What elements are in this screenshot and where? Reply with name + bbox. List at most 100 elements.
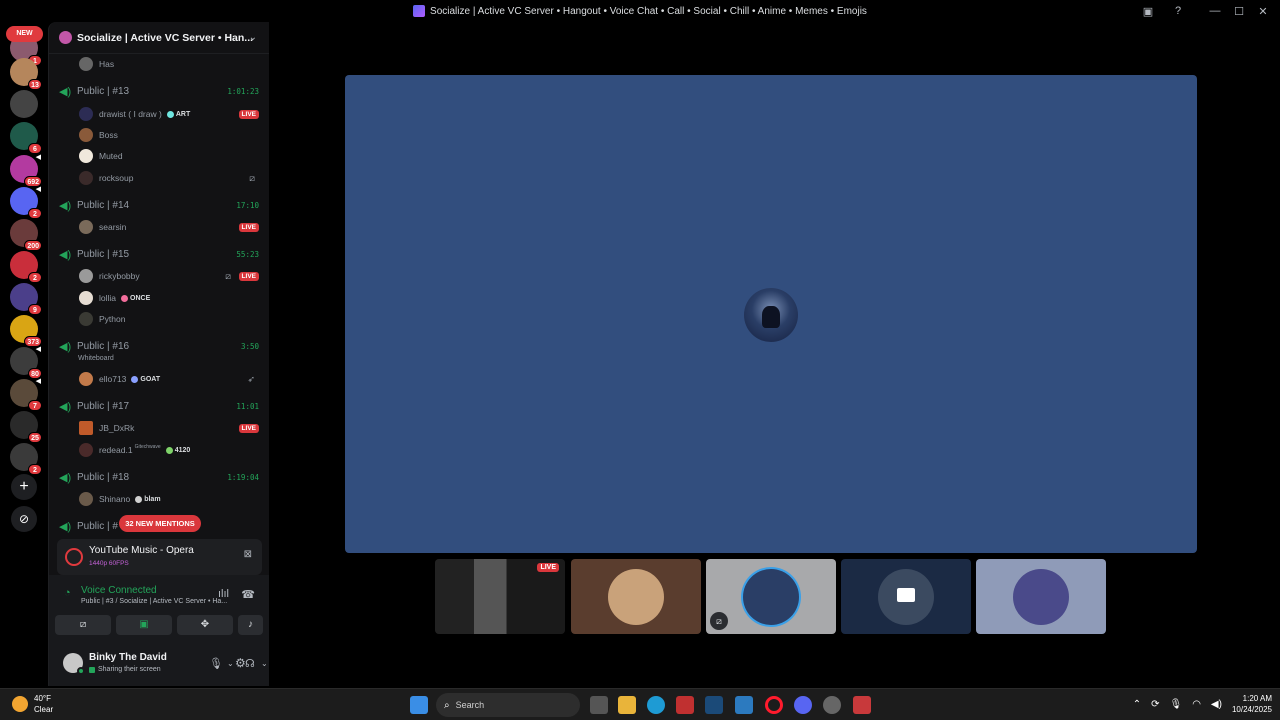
avatar [79, 220, 93, 234]
noise-suppression-icon[interactable]: ılıl [218, 588, 229, 600]
chevron-down-icon[interactable]: ⌄ [261, 659, 268, 668]
channel-status: Whiteboard [78, 355, 114, 362]
chevron-up-icon[interactable]: ⌃ [1133, 699, 1141, 710]
volume-icon[interactable]: ◀) [1211, 699, 1222, 710]
voice-user[interactable]: searsin LIVE [79, 218, 259, 236]
opera-icon[interactable] [765, 696, 783, 714]
disconnect-icon[interactable]: ☎ [241, 588, 255, 601]
add-server-button[interactable]: + [11, 474, 37, 500]
soundboard-button[interactable]: ♪ [238, 615, 263, 635]
wifi-icon[interactable]: ◠ [1192, 699, 1201, 710]
voice-channel[interactable]: ◀) Public | #18 1:19:04 [59, 468, 259, 486]
windows-start-icon[interactable] [410, 696, 428, 714]
participant-tile[interactable] [571, 559, 701, 634]
voice-user[interactable]: Shinano blam [79, 490, 259, 508]
voice-user[interactable]: lollia ONCE [79, 289, 259, 307]
new-mentions-pill[interactable]: 32 NEW MENTIONS [119, 515, 201, 532]
server-icon[interactable]: 2 [10, 251, 42, 283]
activity-panel[interactable]: YouTube Music - Opera 1440p 60FPS ⊠ [57, 539, 262, 575]
stream-tile[interactable]: LIVE [435, 559, 565, 634]
app-icon[interactable] [676, 696, 694, 714]
channel-name: Public | #16 [77, 340, 130, 352]
edge-icon[interactable] [647, 696, 665, 714]
avatar [79, 291, 93, 305]
screen-share-icon[interactable]: ▣ [1138, 0, 1158, 22]
help-icon[interactable]: ? [1168, 0, 1188, 22]
voice-channel[interactable]: ◀) Public | #14 17:10 [59, 196, 259, 214]
app-icon[interactable] [853, 696, 871, 714]
discord-icon[interactable] [794, 696, 812, 714]
avatar [79, 128, 93, 142]
participant-tile[interactable]: ⧄ [706, 559, 836, 634]
voice-user[interactable]: JB_DxRk LIVE [79, 419, 259, 437]
server-icon[interactable]: 25 [10, 411, 42, 443]
server-icon[interactable]: 13 [10, 58, 42, 90]
server-icon[interactable]: 6 [10, 122, 42, 154]
username[interactable]: Binky The David [89, 652, 167, 663]
server-icon[interactable]: 2 [10, 443, 42, 475]
voice-user[interactable]: Boss [79, 126, 259, 144]
server-icon[interactable]: 200 [10, 219, 42, 251]
speaker-avatar [744, 288, 798, 342]
app-icon[interactable] [823, 696, 841, 714]
discover-servers-button[interactable]: ⊘ [11, 506, 37, 532]
voice-channel[interactable]: ◀) Public | #17 11:01 [59, 397, 259, 415]
task-view-icon[interactable] [590, 696, 608, 714]
activities-button[interactable]: ✥ [177, 615, 233, 635]
voice-location[interactable]: Public | #3 / Socialize | Active VC Serv… [81, 598, 227, 605]
avatar [79, 269, 93, 283]
username: rocksoup [99, 173, 134, 183]
taskbar-search[interactable]: ⌕ Search [436, 693, 580, 717]
chevron-down-icon[interactable]: ⌄ [227, 659, 234, 668]
voice-channel[interactable]: ◀) Public | #15 55:23 [59, 245, 259, 263]
signal-icon: ◔ [64, 587, 71, 599]
maximize-button[interactable]: ☐ [1228, 0, 1250, 22]
server-icon[interactable]: 373 [10, 315, 42, 347]
voice-status[interactable]: Voice Connected [81, 585, 157, 596]
weather-condition: Clear [34, 705, 54, 714]
voice-user[interactable]: Has [79, 55, 259, 73]
stop-stream-icon[interactable]: ⊠ [244, 549, 252, 560]
new-pill[interactable]: NEW [6, 26, 43, 42]
minimize-button[interactable]: — [1204, 0, 1226, 22]
server-icon[interactable]: 9 [10, 283, 42, 315]
voice-user[interactable]: ello713 GOAT ➶ [79, 370, 259, 388]
clock[interactable]: 1:20 AM 10/24/2025 [1232, 693, 1272, 715]
notepad-icon[interactable] [735, 696, 753, 714]
steam-icon[interactable] [705, 696, 723, 714]
participant-tile[interactable] [976, 559, 1106, 634]
avatar [79, 171, 93, 185]
voice-user[interactable]: redead.1 Gitechwave 4120 [79, 441, 259, 459]
username: Muted [99, 151, 123, 161]
microphone-icon[interactable]: 🎙 [1169, 699, 1182, 710]
voice-stage[interactable] [345, 75, 1197, 553]
voice-channel[interactable]: ◀) Public | #16 3:50 [59, 337, 259, 355]
camera-off-button[interactable]: ⧄ [55, 615, 111, 635]
voice-user[interactable]: drawist ( I draw ) ART LIVE [79, 105, 259, 123]
server-header[interactable]: Socialize | Active VC Server • Han... ⌄ [49, 22, 269, 54]
voice-user[interactable]: rickybobby ⧄ LIVE [79, 267, 259, 285]
server-icon[interactable]: ◀ 7 [10, 378, 42, 411]
chevron-down-icon[interactable]: ⌄ [249, 32, 257, 43]
voice-user[interactable]: rocksoup ⧄ [79, 169, 259, 187]
channel-name: Public | #17 [77, 400, 130, 412]
file-explorer-icon[interactable] [618, 696, 636, 714]
microphone-icon[interactable]: 🎙 [209, 657, 223, 670]
server-icon[interactable]: ◀ 2 [10, 186, 42, 219]
weather-widget[interactable]: 40°F Clear [12, 693, 53, 715]
close-button[interactable]: ✕ [1252, 0, 1274, 22]
participant-tile[interactable] [841, 559, 971, 634]
sync-icon[interactable]: ⟳ [1151, 699, 1159, 710]
voice-channel[interactable]: ◀) Public | #13 1:01:23 [59, 82, 259, 100]
share-screen-button[interactable]: ▣ [116, 615, 172, 635]
user-tag: ART [166, 110, 190, 118]
tag-label: GOAT [140, 375, 161, 383]
server-icon[interactable]: ◀ 692 [10, 154, 42, 187]
settings-gear-icon[interactable]: ⚙ [235, 656, 246, 670]
server-icon[interactable] [10, 90, 38, 118]
headphones-icon[interactable]: ☊ [245, 657, 255, 670]
voice-user[interactable]: Python [79, 310, 259, 328]
tag-label: 4120 [174, 446, 191, 454]
voice-user[interactable]: Muted [79, 147, 259, 165]
server-icon[interactable]: ◀ 80 [10, 346, 42, 379]
